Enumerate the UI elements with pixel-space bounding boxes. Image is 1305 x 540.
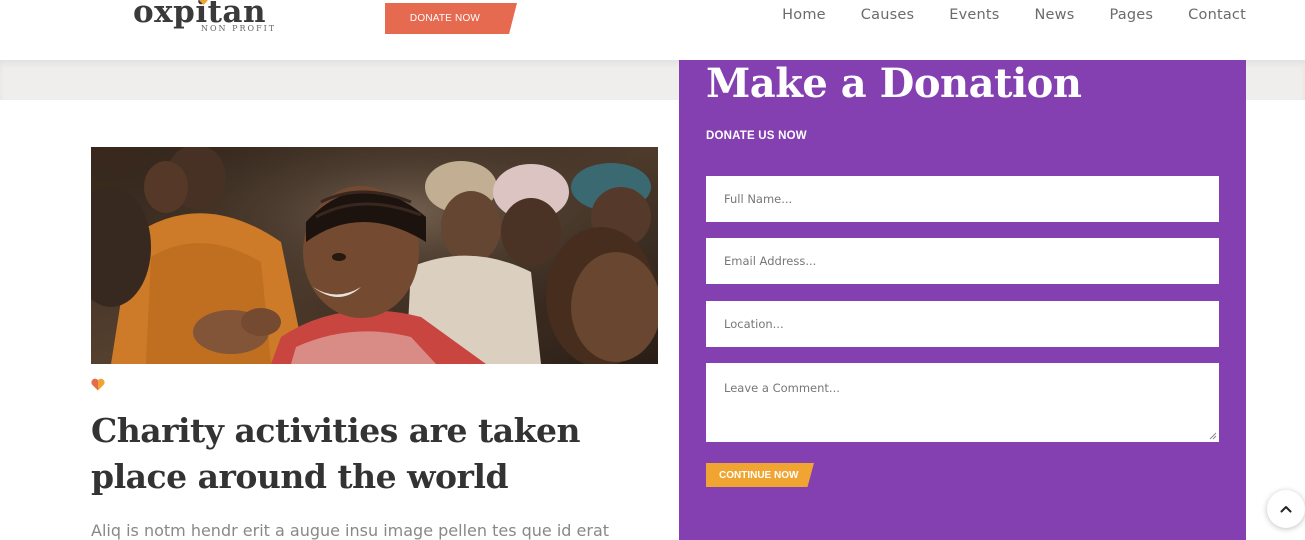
nav-item-contact[interactable]: Contact bbox=[1188, 7, 1246, 23]
nav-item-causes[interactable]: Causes bbox=[861, 7, 914, 23]
site-header: oxpitan NON PROFIT DONATE NOW Home Cause… bbox=[0, 0, 1305, 60]
donation-subtitle: DONATE US NOW bbox=[706, 130, 807, 142]
comment-textarea[interactable]: Leave a Comment... bbox=[706, 363, 1219, 442]
donate-now-button[interactable]: DONATE NOW bbox=[385, 3, 517, 34]
site-logo[interactable]: oxpitan NON PROFIT bbox=[133, 0, 274, 33]
chevron-up-icon bbox=[1280, 506, 1292, 513]
heart-icon bbox=[91, 378, 105, 391]
main-nav: Home Causes Events News Pages Contact bbox=[747, 7, 1246, 23]
article-photo[interactable] bbox=[91, 147, 658, 364]
location-field[interactable]: Location... bbox=[706, 301, 1219, 347]
continue-now-button[interactable]: CONTINUE NOW bbox=[706, 463, 814, 487]
donation-panel: Make a Donation DONATE US NOW Full Name.… bbox=[679, 60, 1246, 540]
comment-placeholder: Leave a Comment... bbox=[724, 381, 840, 395]
full-name-field[interactable]: Full Name... bbox=[706, 176, 1219, 222]
resize-grip-icon[interactable] bbox=[1209, 432, 1217, 440]
donation-title: Make a Donation bbox=[706, 60, 1082, 107]
logo-subtext: NON PROFIT bbox=[201, 24, 277, 33]
article-excerpt: Aliq is notm hendr erit a augue insu ima… bbox=[91, 521, 610, 540]
nav-item-news[interactable]: News bbox=[1035, 7, 1075, 23]
scroll-to-top-button[interactable] bbox=[1267, 490, 1305, 528]
article-photo-illustration bbox=[91, 147, 658, 364]
nav-item-pages[interactable]: Pages bbox=[1110, 7, 1154, 23]
email-field[interactable]: Email Address... bbox=[706, 238, 1219, 284]
nav-item-home[interactable]: Home bbox=[782, 7, 826, 23]
article-headline[interactable]: Charity activities are taken place aroun… bbox=[91, 408, 651, 500]
nav-item-events[interactable]: Events bbox=[949, 7, 999, 23]
